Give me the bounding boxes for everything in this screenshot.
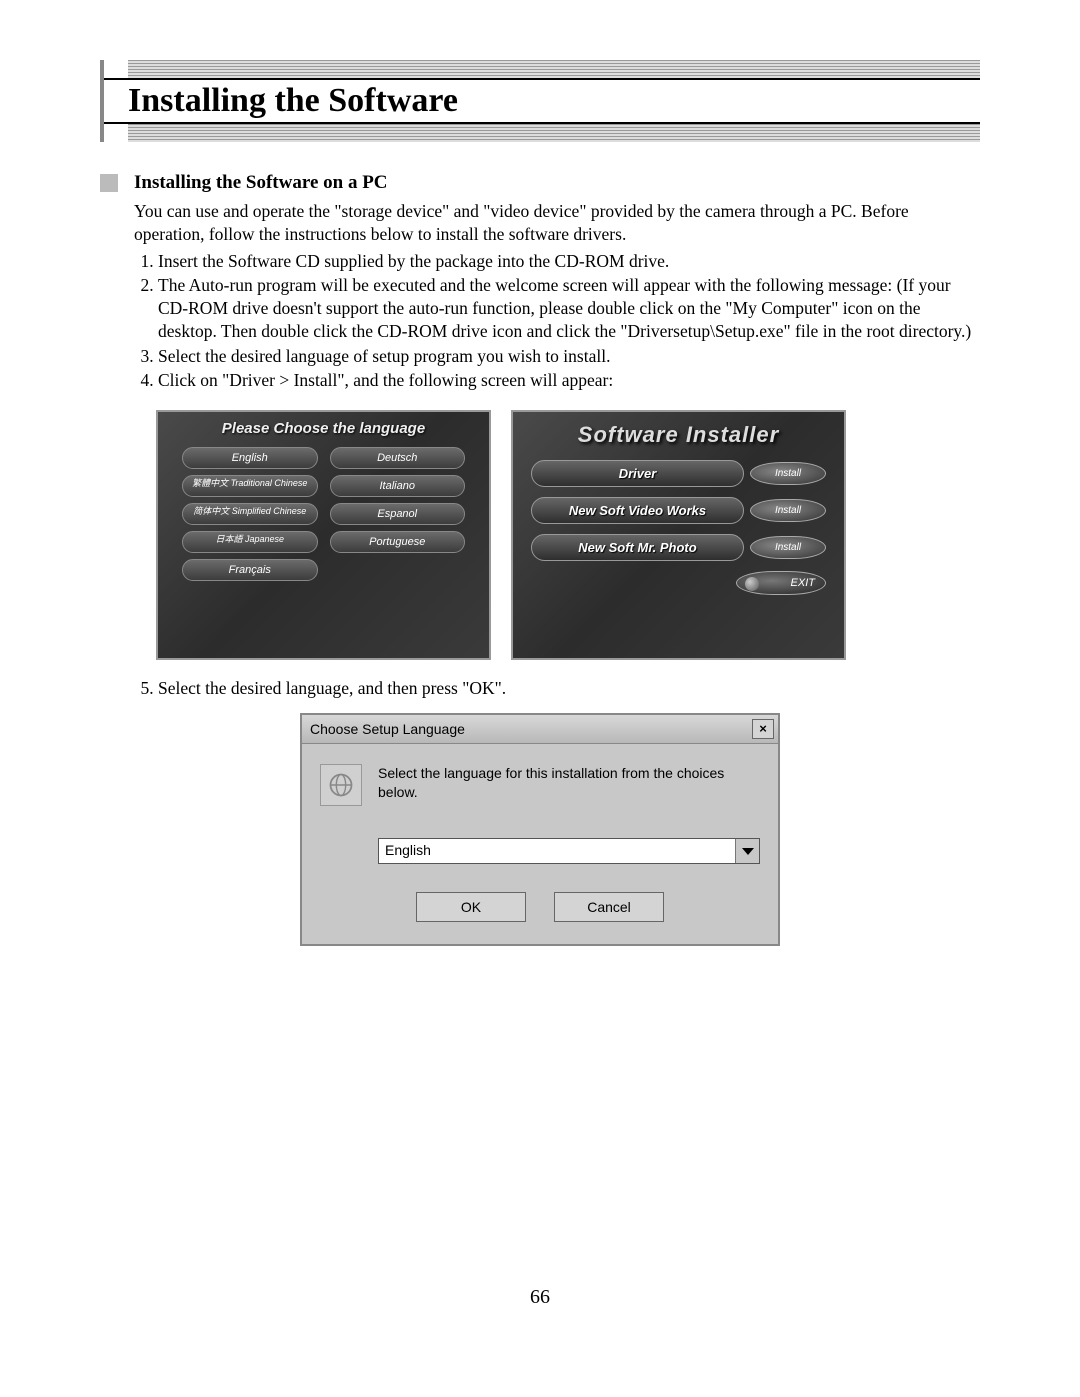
dialog-titlebar: Choose Setup Language × [302, 715, 778, 744]
chevron-down-icon[interactable] [735, 839, 759, 863]
ok-button[interactable]: OK [416, 892, 526, 922]
lang-button-francais[interactable]: Français [182, 559, 318, 581]
lang-button-espanol[interactable]: Espanol [330, 503, 466, 525]
product-button-mrphoto[interactable]: New Soft Mr. Photo [531, 534, 744, 561]
lang-button-italiano[interactable]: Italiano [330, 475, 466, 497]
step-item: Select the desired language of setup pro… [158, 345, 980, 368]
software-installer-screenshot: Software Installer Driver Install New So… [511, 410, 846, 660]
dialog-body: Select the language for this installatio… [302, 744, 778, 814]
setup-icon [320, 764, 362, 806]
installer-title: Software Installer [513, 412, 844, 460]
install-button-mrphoto[interactable]: Install [750, 536, 826, 559]
section-marker [100, 174, 118, 192]
close-button[interactable]: × [752, 719, 774, 739]
page-header: Installing the Software [100, 60, 980, 142]
product-button-driver[interactable]: Driver [531, 460, 744, 487]
lang-button-english[interactable]: English [182, 447, 318, 469]
exit-row: EXIT [513, 561, 844, 595]
steps-list-continued: Select the desired language, and then pr… [134, 678, 980, 699]
install-button-videoworks[interactable]: Install [750, 499, 826, 522]
language-grid: English Deutsch 繁體中文 Traditional Chinese… [158, 443, 489, 585]
section-heading-row: Installing the Software on a PC [100, 172, 980, 194]
lang-button-portuguese[interactable]: Portuguese [330, 531, 466, 553]
header-stripe-top [128, 60, 980, 78]
installer-rows: Driver Install New Soft Video Works Inst… [513, 460, 844, 561]
dialog-buttons: OK Cancel [302, 874, 778, 944]
step-item: Select the desired language, and then pr… [158, 678, 980, 699]
lang-button-trad-chinese[interactable]: 繁體中文 Traditional Chinese [182, 475, 318, 497]
steps-list: Insert the Software CD supplied by the p… [134, 250, 980, 393]
screenshots-row: Please Choose the language English Deuts… [156, 410, 980, 660]
install-button-driver[interactable]: Install [750, 462, 826, 485]
dialog-select-row: English [302, 814, 778, 874]
intro-text: You can use and operate the "storage dev… [134, 200, 980, 246]
page-number: 66 [100, 1286, 980, 1309]
arrow-down-icon [742, 848, 754, 855]
lang-button-simp-chinese[interactable]: 简体中文 Simplified Chinese [182, 503, 318, 525]
dialog-message: Select the language for this installatio… [378, 764, 760, 806]
step-item: Insert the Software CD supplied by the p… [158, 250, 980, 273]
section-heading: Installing the Software on a PC [134, 172, 388, 194]
installer-row-mrphoto: New Soft Mr. Photo Install [531, 534, 826, 561]
header-stripe-bottom [128, 124, 980, 142]
dialog-wrap: Choose Setup Language × Select the langu… [100, 713, 980, 946]
cancel-button[interactable]: Cancel [554, 892, 664, 922]
step-item: Click on "Driver > Install", and the fol… [158, 369, 980, 392]
page-title: Installing the Software [104, 78, 980, 124]
language-select[interactable]: English [378, 838, 760, 864]
installer-row-driver: Driver Install [531, 460, 826, 487]
step-item: The Auto-run program will be executed an… [158, 274, 980, 342]
language-select-value: English [379, 839, 735, 863]
globe-icon [327, 771, 355, 799]
choose-language-dialog: Choose Setup Language × Select the langu… [300, 713, 780, 946]
exit-button[interactable]: EXIT [736, 571, 826, 595]
product-button-videoworks[interactable]: New Soft Video Works [531, 497, 744, 524]
language-chooser-screenshot: Please Choose the language English Deuts… [156, 410, 491, 660]
lang-button-deutsch[interactable]: Deutsch [330, 447, 466, 469]
dialog-title: Choose Setup Language [310, 721, 465, 737]
installer-row-videoworks: New Soft Video Works Install [531, 497, 826, 524]
lang-screen-title: Please Choose the language [158, 412, 489, 443]
lang-button-japanese[interactable]: 日本語 Japanese [182, 531, 318, 553]
